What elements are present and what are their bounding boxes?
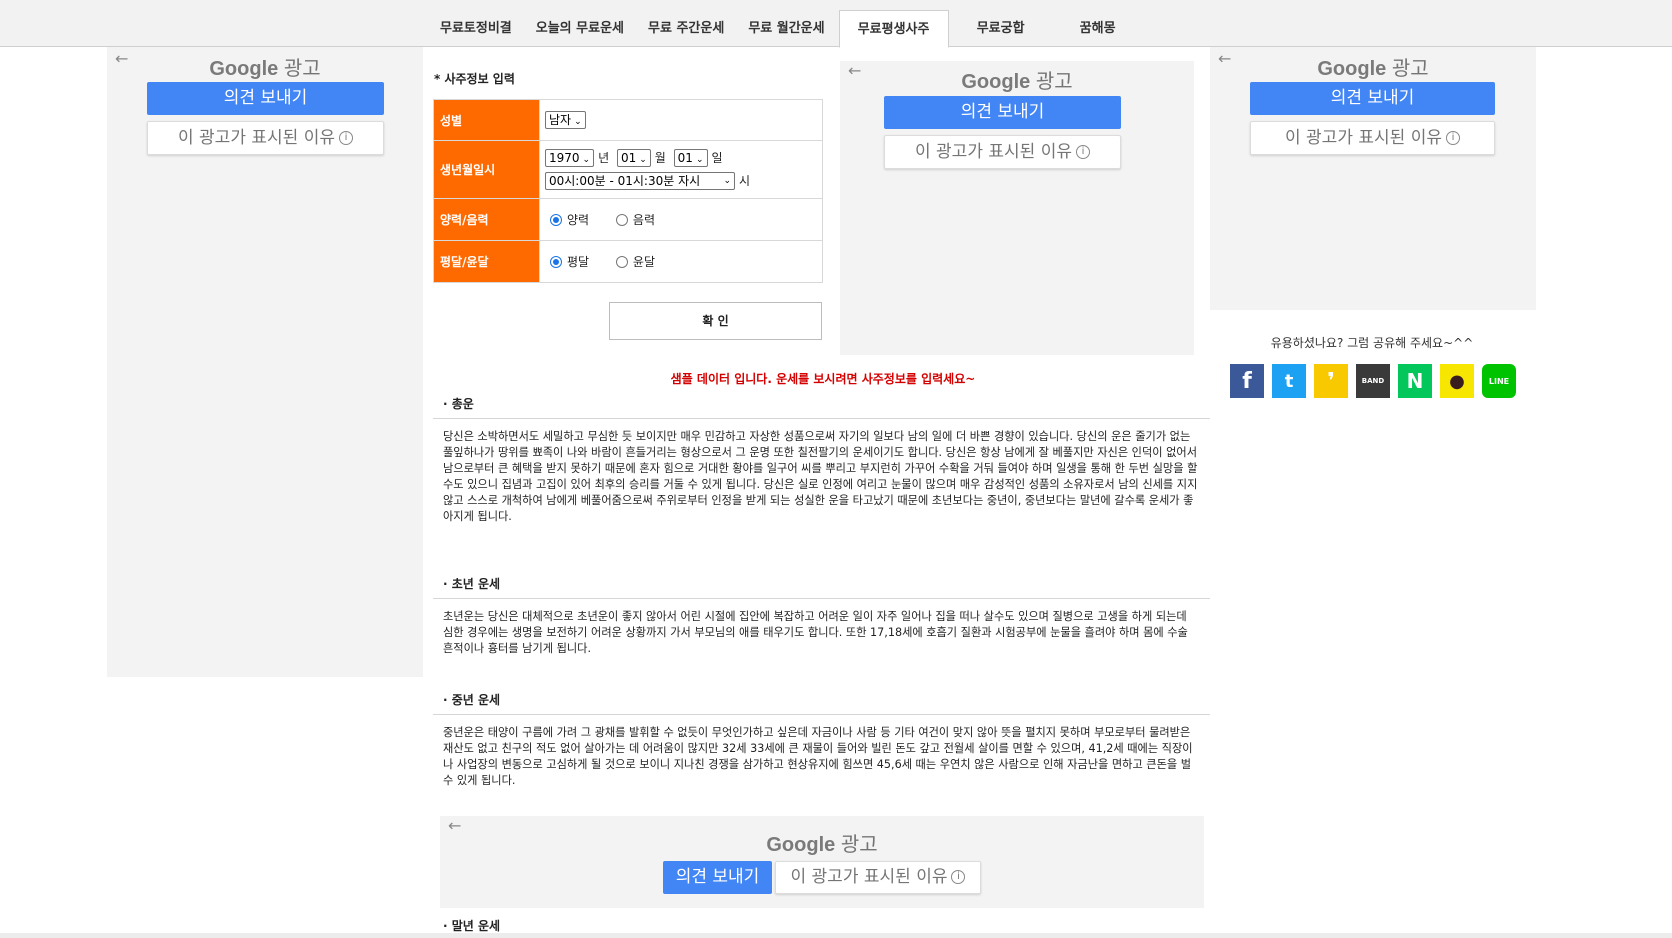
google-logo: Google <box>766 834 836 856</box>
kakaostory-icon[interactable]: ❜ <box>1314 364 1348 398</box>
ad-why-button[interactable]: 이 광고가 표시된 이유 i <box>1250 121 1495 155</box>
facebook-icon[interactable]: f <box>1230 364 1264 398</box>
ad-logo: Google 광고 <box>440 828 1204 857</box>
chevron-down-icon: ⌄ <box>723 176 731 186</box>
section-body-middle: 중년운은 태양이 구름에 가려 그 광채를 발휘할 수 없듯이 무엇인가하고 싶… <box>443 726 1193 787</box>
ad-why-label: 이 광고가 표시된 이유 <box>915 142 1072 162</box>
ad-logo: Google 광고 <box>1210 52 1536 81</box>
share-buttons: f t ❜ BAND N ● LINE <box>1230 364 1524 398</box>
time-unit: 시 <box>739 174 751 188</box>
google-logo: Google <box>961 71 1031 93</box>
section-title-late: · 말년 운세 <box>443 919 501 933</box>
band-icon[interactable]: BAND <box>1356 364 1390 398</box>
day-select[interactable]: 01 ⌄ <box>673 149 708 167</box>
section-title-middle: · 중년 운세 <box>443 693 501 707</box>
normal-month-radio[interactable] <box>550 255 562 268</box>
google-logo: Google <box>209 58 279 80</box>
leap-month-radio[interactable] <box>615 255 628 268</box>
gender-select[interactable]: 남자 ⌄ <box>545 111 586 129</box>
chevron-down-icon: ⌄ <box>695 155 704 165</box>
leap-label: 평달/윤달 <box>433 240 540 283</box>
naver-icon[interactable]: N <box>1398 364 1432 398</box>
section-divider <box>433 598 1210 599</box>
form-title: * 사주정보 입력 <box>434 72 515 86</box>
ad-right: ← Google 광고 의견 보내기 이 광고가 표시된 이유 i <box>1210 47 1536 310</box>
ad-why-label: 이 광고가 표시된 이유 <box>1285 128 1442 148</box>
section-body-total: 당신은 소박하면서도 세밀하고 무심한 듯 보이지만 매우 민감하고 자상한 성… <box>443 430 1198 523</box>
calendar-label: 양력/음력 <box>433 198 540 241</box>
ad-label: 광고 <box>1035 71 1073 93</box>
ad-label: 광고 <box>1391 58 1429 80</box>
tab-monthly[interactable]: 무료 월간운세 <box>738 10 834 47</box>
gender-cell: 남자 ⌄ <box>539 99 823 141</box>
kakaotalk-icon[interactable]: ● <box>1440 364 1474 398</box>
month-unit: 월 <box>654 151 666 165</box>
page-bottom-edge <box>0 933 1672 938</box>
section-title-total: · 총운 <box>443 397 474 411</box>
sample-notice: 샘플 데이터 입니다. 운세를 보시려면 사주정보를 입력세요~ <box>670 372 976 386</box>
line-icon[interactable]: LINE <box>1482 364 1516 398</box>
time-select[interactable]: 00시:00분 - 01시:30분 자시 ⌄ <box>545 172 735 190</box>
chevron-down-icon: ⌄ <box>639 155 647 165</box>
ad-why-button[interactable]: 이 광고가 표시된 이유 i <box>775 861 981 894</box>
year-select[interactable]: 1970 ⌄ <box>545 149 595 167</box>
ad-center: ← Google 광고 의견 보내기 이 광고가 표시된 이유 i <box>840 61 1194 355</box>
month-select[interactable]: 01 ⌄ <box>616 149 651 167</box>
ad-logo: Google 광고 <box>107 52 423 81</box>
solar-radio[interactable] <box>550 213 562 226</box>
leap-month-label: 윤달 <box>632 255 656 269</box>
ad-why-button[interactable]: 이 광고가 표시된 이유 i <box>884 135 1121 169</box>
ad-feedback-button[interactable]: 의견 보내기 <box>1250 82 1495 115</box>
ad-why-label: 이 광고가 표시된 이유 <box>790 867 948 887</box>
tab-compatibility[interactable]: 무료궁합 <box>953 10 1049 47</box>
saju-form: 성별 남자 ⌄ 생년월일시 1970 ⌄ 년 01 ⌄ 월 01 ⌄ 일 00시:00분 - … <box>433 99 823 283</box>
ad-feedback-button[interactable]: 의견 보내기 <box>663 861 772 894</box>
tab-today[interactable]: 오늘의 무료운세 <box>526 10 634 47</box>
calendar-cell: 양력 음력 <box>539 198 823 241</box>
birth-cell: 1970 ⌄ 년 01 ⌄ 월 01 ⌄ 일 00시:00분 - 01시:30분 자시 ⌄ 시 <box>539 140 823 199</box>
ad-inline: ← Google 광고 의견 보내기 이 광고가 표시된 이유 i <box>440 816 1204 908</box>
info-icon: i <box>338 131 353 145</box>
google-logo: Google <box>1317 58 1387 80</box>
lunar-radio[interactable] <box>615 213 628 226</box>
info-icon: i <box>1445 131 1460 145</box>
confirm-button[interactable]: 확 인 <box>609 302 822 340</box>
twitter-icon[interactable]: t <box>1272 364 1306 398</box>
day-unit: 일 <box>711 151 723 165</box>
ad-label: 광고 <box>283 58 321 80</box>
share-title: 유용하셨나요? 그럼 공유해 주세요~^^ <box>1270 336 1474 350</box>
ad-why-label: 이 광고가 표시된 이유 <box>178 128 335 148</box>
birth-label: 생년월일시 <box>433 140 540 199</box>
info-icon: i <box>1075 145 1090 159</box>
section-divider <box>433 418 1210 419</box>
normal-month-label: 평달 <box>567 255 590 269</box>
ad-feedback-button[interactable]: 의견 보내기 <box>884 96 1121 129</box>
ad-why-button[interactable]: 이 광고가 표시된 이유 i <box>147 121 384 155</box>
lunar-label: 음력 <box>632 213 656 227</box>
solar-label: 양력 <box>567 213 590 227</box>
tab-dream[interactable]: 꿈해몽 <box>1053 10 1143 47</box>
chevron-down-icon: ⌄ <box>574 117 582 127</box>
ad-left: ← Google 광고 의견 보내기 이 광고가 표시된 이유 i <box>107 47 423 677</box>
chevron-down-icon: ⌄ <box>582 155 591 165</box>
tab-tojeong[interactable]: 무료토정비결 <box>430 10 522 47</box>
section-divider <box>433 714 1210 715</box>
section-title-early: · 초년 운세 <box>443 577 501 591</box>
tab-weekly[interactable]: 무료 주간운세 <box>638 10 734 47</box>
section-body-early: 초년운는 당신은 대체적으로 초년운이 좋지 않아서 어린 시절에 집안에 복잡… <box>443 610 1188 655</box>
ad-logo: Google 광고 <box>840 65 1194 94</box>
tab-lifetime-saju[interactable]: 무료평생사주 <box>838 10 949 48</box>
ad-feedback-button[interactable]: 의견 보내기 <box>147 82 384 115</box>
gender-label: 성별 <box>433 99 540 141</box>
nav-tabs: 무료토정비결 오늘의 무료운세 무료 주간운세 무료 월간운세 무료평생사주 무… <box>430 10 1147 48</box>
top-nav: 무료토정비결 오늘의 무료운세 무료 주간운세 무료 월간운세 무료평생사주 무… <box>0 0 1672 48</box>
year-unit: 년 <box>598 151 610 165</box>
ad-label: 광고 <box>840 834 878 856</box>
info-icon: i <box>951 870 966 884</box>
leap-cell: 평달 윤달 <box>539 240 823 283</box>
